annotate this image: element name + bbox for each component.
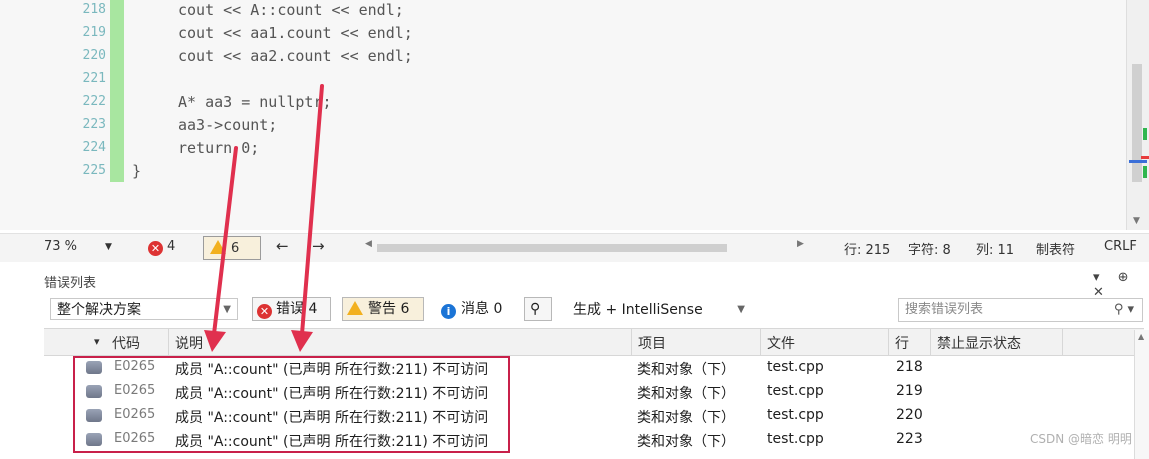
cursor-char: 字符: 8 — [908, 243, 951, 258]
error-project: 类和对象（下） — [637, 386, 735, 402]
error-project: 类和对象（下） — [637, 434, 735, 450]
warning-icon — [347, 301, 363, 315]
error-file: test.cpp — [767, 383, 824, 399]
cursor-line: 行: 215 — [844, 243, 891, 258]
editor-status-strip: 73 % ▼ ✕ 4 6 ← → ◀ ▶ 行: 215 字符: 8 列: 11 制… — [0, 233, 1149, 262]
error-line: 218 — [896, 359, 923, 375]
code-editor[interactable]: 218 219 220 221 222 223 224 225 cout << … — [0, 0, 1149, 230]
column-divider — [168, 329, 169, 355]
column-divider — [631, 329, 632, 355]
error-icon: ✕ — [148, 241, 163, 256]
error-file: test.cpp — [767, 359, 824, 375]
column-code[interactable]: 代码 — [112, 333, 140, 353]
change-tracking-bar — [110, 0, 124, 182]
navigate-forward-icon[interactable]: → — [312, 237, 325, 255]
line-number: 218 — [82, 2, 106, 17]
errors-filter-button[interactable]: ✕ 错误 4 — [252, 297, 331, 321]
info-icon: i — [441, 304, 456, 319]
warning-count[interactable]: 6 — [203, 236, 261, 260]
error-list-scrollbar[interactable]: ▲ — [1134, 330, 1149, 459]
filter-icon[interactable]: ⚲ — [524, 297, 552, 321]
build-source-dropdown[interactable]: 生成 + IntelliSense ▼ — [566, 298, 752, 320]
chevron-down-icon: ▼ — [737, 304, 745, 315]
line-number: 225 — [82, 163, 106, 178]
row-icon-column: ▾ — [94, 335, 100, 348]
caret-marker — [1129, 160, 1147, 163]
error-list-search-input[interactable]: 搜索错误列表 ⚲ ▾ — [898, 298, 1143, 322]
column-divider — [930, 329, 931, 355]
error-table-header: ▾ 代码 说明 项目 文件 行 禁止显示状态 — [44, 328, 1144, 356]
line-number: 224 — [82, 140, 106, 155]
code-line[interactable]: aa3->count; — [178, 116, 277, 134]
watermark: CSDN @暗恋 明明 — [1030, 432, 1132, 446]
error-icon: ✕ — [257, 304, 272, 319]
column-file[interactable]: 文件 — [767, 333, 795, 353]
error-file: test.cpp — [767, 407, 824, 423]
scrollbar-thumb[interactable] — [1132, 64, 1142, 182]
code-line[interactable]: return 0; — [178, 139, 259, 157]
warning-icon — [210, 240, 226, 254]
line-number: 223 — [82, 117, 106, 132]
column-line[interactable]: 行 — [895, 333, 909, 353]
indent-mode[interactable]: 制表符 — [1036, 239, 1075, 258]
error-file: test.cpp — [767, 431, 824, 447]
code-line[interactable]: } — [132, 162, 141, 180]
annotation-highlight-box — [73, 356, 510, 453]
line-number: 222 — [82, 94, 106, 109]
error-count[interactable]: ✕ 4 — [148, 239, 175, 256]
error-line: 219 — [896, 383, 923, 399]
error-line: 223 — [896, 431, 923, 447]
error-list-title: 错误列表 — [44, 276, 97, 291]
code-line[interactable]: cout << aa1.count << endl; — [178, 24, 413, 42]
column-divider — [888, 329, 889, 355]
cursor-column: 列: 11 — [976, 243, 1015, 258]
editor-horizontal-scrollbar[interactable]: ◀ ▶ — [365, 239, 815, 252]
messages-filter-button[interactable]: i 消息 0 — [436, 297, 514, 321]
line-number: 221 — [82, 71, 106, 86]
code-line[interactable]: cout << aa2.count << endl; — [178, 47, 413, 65]
code-area[interactable]: cout << A::count << endl; cout << aa1.co… — [132, 0, 1092, 230]
column-divider — [1062, 329, 1063, 355]
column-suppression[interactable]: 禁止显示状态 — [937, 333, 1021, 353]
chevron-down-icon: ▼ — [223, 304, 231, 315]
line-ending[interactable]: CRLF — [1104, 239, 1137, 254]
column-project[interactable]: 项目 — [638, 333, 666, 353]
scroll-up-icon[interactable]: ▲ — [1138, 332, 1144, 341]
error-marker — [1141, 156, 1149, 159]
code-line[interactable]: A* aa3 = nullptr; — [178, 93, 332, 111]
navigate-back-icon[interactable]: ← — [276, 237, 289, 255]
line-number: 220 — [82, 48, 106, 63]
column-divider — [760, 329, 761, 355]
change-marker — [1143, 166, 1147, 178]
warnings-filter-button[interactable]: 警告 6 — [342, 297, 424, 321]
search-icon[interactable]: ⚲ ▾ — [1114, 299, 1134, 321]
zoom-level[interactable]: 73 % — [44, 239, 77, 254]
zoom-dropdown-icon[interactable]: ▼ — [105, 242, 112, 252]
scroll-left-icon[interactable]: ◀ — [365, 239, 372, 249]
error-project: 类和对象（下） — [637, 362, 735, 378]
line-number-gutter: 218 219 220 221 222 223 224 225 — [70, 0, 106, 230]
scroll-down-icon[interactable]: ▼ — [1133, 216, 1140, 226]
editor-vertical-scrollbar[interactable]: ▼ — [1126, 0, 1149, 230]
change-marker — [1143, 128, 1147, 140]
code-line[interactable]: cout << A::count << endl; — [178, 1, 404, 19]
error-line: 220 — [896, 407, 923, 423]
scrollbar-thumb[interactable] — [377, 244, 727, 252]
error-project: 类和对象（下） — [637, 410, 735, 426]
column-description[interactable]: 说明 — [175, 333, 203, 353]
scroll-right-icon[interactable]: ▶ — [797, 239, 804, 249]
line-number: 219 — [82, 25, 106, 40]
scope-dropdown[interactable]: 整个解决方案 ▼ — [50, 298, 238, 320]
